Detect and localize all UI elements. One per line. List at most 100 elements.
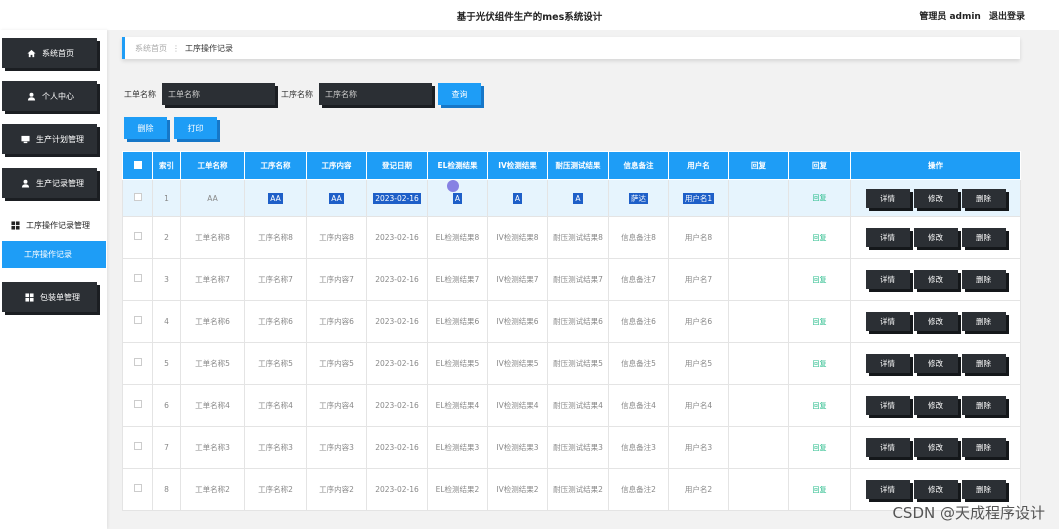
row-select-cell[interactable]	[122, 179, 153, 217]
table-row[interactable]: 8 工单名称2 工序名称2 工序内容2 2023-02-16 EL检测结果2 IV检测结果2…	[122, 468, 1021, 511]
process-name-input[interactable]	[319, 83, 432, 105]
reply-link[interactable]: 回复	[813, 318, 827, 326]
row-select-cell[interactable]	[122, 216, 153, 259]
edit-button[interactable]: 修改	[913, 312, 958, 331]
edit-button[interactable]: 修改	[913, 270, 958, 289]
detail-button[interactable]: 详情	[865, 270, 910, 289]
cell-pressure: 耐压测试结果3	[547, 426, 609, 469]
delete-button[interactable]: 删除	[124, 117, 167, 139]
cell-note: 信息备注7	[608, 258, 669, 301]
sidebar-subitem-process-record[interactable]: 工序操作记录	[2, 241, 106, 268]
edit-button[interactable]: 修改	[913, 438, 958, 457]
order-name-input[interactable]	[162, 83, 275, 105]
detail-button[interactable]: 详情	[865, 354, 910, 373]
row-select-cell[interactable]	[122, 384, 153, 427]
sidebar-item-personal[interactable]: 个人中心	[2, 81, 97, 111]
row-checkbox[interactable]	[133, 442, 142, 450]
cell-note: 萨达	[608, 179, 669, 217]
row-delete-button[interactable]: 删除	[961, 480, 1006, 499]
column-header: 索引	[152, 151, 181, 180]
row-select-cell[interactable]	[122, 468, 153, 511]
edit-button[interactable]: 修改	[913, 480, 958, 499]
reply-link[interactable]: 回复	[813, 276, 827, 284]
cell-text: 4	[164, 317, 169, 326]
edit-button[interactable]: 修改	[913, 354, 958, 373]
row-checkbox[interactable]	[133, 232, 142, 240]
detail-button[interactable]: 详情	[865, 480, 910, 499]
row-delete-button[interactable]: 删除	[961, 312, 1006, 331]
cell-text: 2	[164, 233, 169, 242]
detail-button[interactable]: 详情	[865, 312, 910, 331]
cell-text: 工序名称6	[258, 317, 293, 326]
edit-button[interactable]: 修改	[913, 228, 958, 247]
cell-text: 耐压测试结果5	[553, 359, 603, 368]
cell-text: 工序内容8	[319, 233, 354, 242]
user-icon	[20, 178, 30, 188]
cell-text: 2023-02-16	[375, 317, 419, 326]
cell-text: IV检测结果2	[496, 485, 539, 494]
cell-pressure: 耐压测试结果7	[547, 258, 609, 301]
sidebar-item-record[interactable]: 生产记录管理	[2, 168, 97, 198]
reply-link[interactable]: 回复	[813, 444, 827, 452]
row-select-cell[interactable]	[122, 426, 153, 469]
detail-button[interactable]: 详情	[865, 188, 910, 208]
detail-button[interactable]: 详情	[865, 438, 910, 457]
row-select-cell[interactable]	[122, 342, 153, 385]
reply-link[interactable]: 回复	[813, 486, 827, 494]
sidebar-item-process-group[interactable]: 工序操作记录管理	[2, 210, 106, 240]
row-checkbox[interactable]	[133, 484, 142, 492]
cell-text: 工序名称5	[258, 359, 293, 368]
reply-link[interactable]: 回复	[813, 360, 827, 368]
row-select-cell[interactable]	[122, 258, 153, 301]
row-checkbox[interactable]	[133, 316, 142, 324]
reply-link[interactable]: 回复	[813, 234, 827, 242]
row-delete-button[interactable]: 删除	[961, 228, 1006, 247]
sidebar-item-package[interactable]: 包装单管理	[2, 282, 97, 312]
table-row[interactable]: 5 工单名称5 工序名称5 工序内容5 2023-02-16 EL检测结果5 IV检测结果5…	[122, 342, 1021, 385]
row-delete-button[interactable]: 删除	[961, 438, 1006, 457]
cell-reply-content	[728, 342, 789, 385]
sidebar-item-home[interactable]: 系统首页	[2, 38, 97, 68]
row-checkbox[interactable]	[133, 274, 142, 282]
table-row[interactable]: 2 工单名称8 工序名称8 工序内容8 2023-02-16 EL检测结果8 IV检测结果8…	[122, 216, 1021, 259]
detail-button[interactable]: 详情	[865, 228, 910, 247]
breadcrumb: 系统首页 ⋮ 工序操作记录	[122, 37, 1020, 59]
row-checkbox[interactable]	[133, 400, 142, 408]
cell-reply-content	[728, 216, 789, 259]
detail-button[interactable]: 详情	[865, 396, 910, 415]
edit-button[interactable]: 修改	[913, 396, 958, 415]
row-checkbox[interactable]	[133, 358, 142, 366]
cell-process: AA	[244, 179, 307, 217]
cell-content: 工序内容3	[306, 426, 367, 469]
row-delete-button[interactable]: 删除	[961, 270, 1006, 289]
cell-date: 2023-02-16	[366, 426, 428, 469]
cell-note: 信息备注3	[608, 426, 669, 469]
reply-link[interactable]: 回复	[813, 402, 827, 410]
row-delete-button[interactable]: 删除	[961, 396, 1006, 415]
table-row[interactable]: 6 工单名称4 工序名称4 工序内容4 2023-02-16 EL检测结果4 IV检测结果4…	[122, 384, 1021, 427]
select-all-cell[interactable]	[122, 151, 153, 180]
table-row[interactable]: 1 AA AA AA 2023-02-16 A A A 萨达 用户名1 回复 详情 修改 删除	[122, 179, 1021, 217]
table-row[interactable]: 4 工单名称6 工序名称6 工序内容6 2023-02-16 EL检测结果6 IV检测结果6…	[122, 300, 1021, 343]
cell-text: 信息备注4	[621, 401, 656, 410]
row-delete-button[interactable]: 删除	[961, 354, 1006, 373]
breadcrumb-home[interactable]: 系统首页	[135, 43, 167, 54]
logout-link[interactable]: 退出登录	[989, 12, 1025, 22]
table-row[interactable]: 7 工单名称3 工序名称3 工序内容3 2023-02-16 EL检测结果3 IV检测结果3…	[122, 426, 1021, 469]
monitor-icon	[20, 134, 30, 144]
cell-text: 工序内容6	[319, 317, 354, 326]
sidebar-item-plan[interactable]: 生产计划管理	[2, 124, 97, 154]
cell-content: 工序内容2	[306, 468, 367, 511]
cell-process: 工序名称7	[244, 258, 307, 301]
print-button[interactable]: 打印	[174, 117, 217, 139]
query-button[interactable]: 查询	[438, 83, 481, 105]
cell-reply-action: 回复	[788, 384, 851, 427]
edit-button[interactable]: 修改	[913, 188, 958, 208]
select-all-checkbox[interactable]	[133, 160, 142, 169]
cell-pressure: 耐压测试结果4	[547, 384, 609, 427]
reply-link[interactable]: 回复	[813, 194, 827, 202]
row-select-cell[interactable]	[122, 300, 153, 343]
table-row[interactable]: 3 工单名称7 工序名称7 工序内容7 2023-02-16 EL检测结果7 IV检测结果7…	[122, 258, 1021, 301]
row-delete-button[interactable]: 删除	[961, 188, 1006, 208]
row-checkbox[interactable]	[133, 192, 142, 201]
